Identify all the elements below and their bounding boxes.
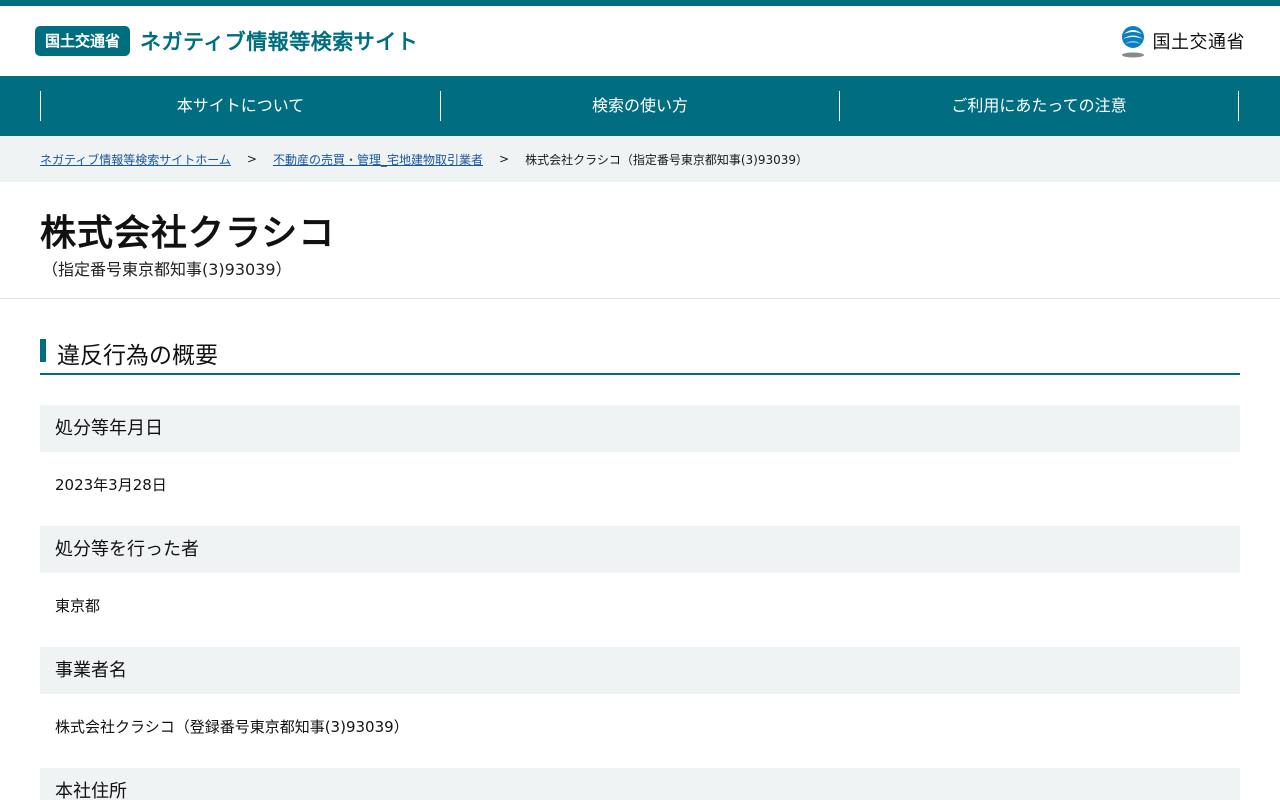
- nav-item-about[interactable]: 本サイトについて: [40, 91, 440, 121]
- section-heading: 違反行為の概要: [40, 338, 1240, 375]
- global-nav: 本サイトについて 検索の使い方 ご利用にあたっての注意: [0, 76, 1280, 136]
- site-title: ネガティブ情報等検索サイト: [140, 30, 419, 54]
- section-heading-bar: [40, 339, 46, 362]
- breadcrumb-separator: >: [499, 152, 510, 166]
- field-value-authority: 東京都: [55, 597, 101, 615]
- breadcrumb-home-link[interactable]: ネガティブ情報等検索サイトホーム: [40, 151, 231, 168]
- page-subtitle: （指定番号東京都知事(3)93039）: [42, 260, 292, 279]
- field-label-authority: 処分等を行った者: [40, 526, 1240, 573]
- ministry-logo-link[interactable]: 国土交通省: [1119, 24, 1246, 58]
- nav-item-notes[interactable]: ご利用にあたっての注意: [839, 91, 1239, 121]
- page-heading-area: 株式会社クラシコ （指定番号東京都知事(3)93039）: [0, 182, 1280, 299]
- page-title: 株式会社クラシコ: [40, 213, 336, 254]
- site-header: 国土交通省 ネガティブ情報等検索サイト 国土交通省: [0, 6, 1280, 76]
- section-heading-text: 違反行為の概要: [57, 343, 218, 369]
- site-brand[interactable]: 国土交通省 ネガティブ情報等検索サイト: [35, 26, 418, 56]
- ministry-emblem-icon: [1121, 26, 1144, 58]
- ministry-badge: 国土交通省: [35, 26, 131, 56]
- field-label-business-name: 事業者名: [40, 647, 1240, 694]
- breadcrumb: ネガティブ情報等検索サイトホーム > 不動産の売買・管理_宅地建物取引業者 > …: [0, 136, 1280, 182]
- ministry-name: 国土交通省: [1152, 32, 1245, 53]
- nav-item-how-to-search[interactable]: 検索の使い方: [440, 91, 839, 121]
- breadcrumb-category-link[interactable]: 不動産の売買・管理_宅地建物取引業者: [273, 151, 483, 168]
- breadcrumb-separator: >: [246, 152, 257, 166]
- field-value-disposition-date: 2023年3月28日: [55, 476, 167, 494]
- breadcrumb-current: 株式会社クラシコ（指定番号東京都知事(3)93039）: [525, 152, 808, 167]
- field-label-head-office-address: 本社住所: [40, 768, 1240, 800]
- field-label-disposition-date: 処分等年月日: [40, 405, 1240, 452]
- field-value-business-name: 株式会社クラシコ（登録番号東京都知事(3)93039）: [55, 718, 409, 736]
